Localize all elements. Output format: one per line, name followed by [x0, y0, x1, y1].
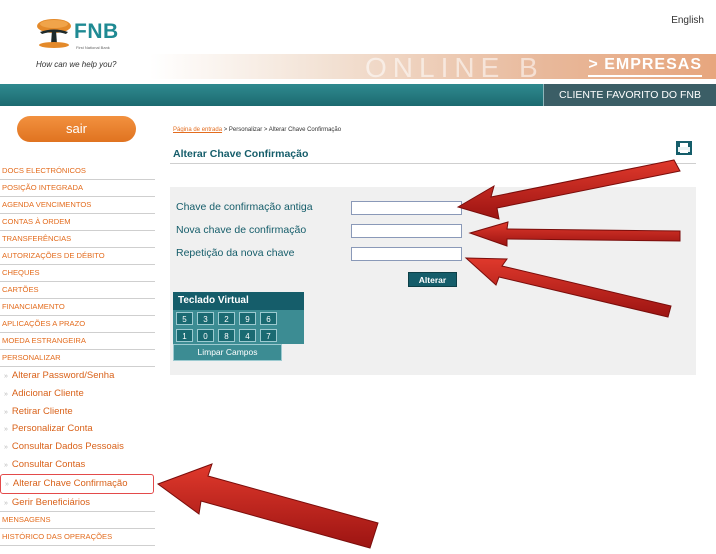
bullet-icon: » [4, 390, 8, 398]
sidebar-subitem-label: Alterar Chave Confirmação [12, 477, 128, 489]
sidebar-subitem-alterar-password[interactable]: » Alterar Password/Senha [0, 367, 155, 385]
sidebar-subitem-label: Consultar Dados Pessoais [11, 441, 124, 453]
keypad-key[interactable]: 8 [218, 329, 235, 342]
tagline: How can we help you? [36, 60, 117, 69]
virtual-keypad: Teclado Virtual 5 3 2 9 6 1 0 8 4 7 Limp… [173, 292, 304, 367]
keypad-key[interactable]: 5 [176, 312, 193, 325]
keypad-key[interactable]: 0 [197, 329, 214, 342]
print-icon[interactable] [676, 141, 692, 155]
banner-ghost-text: ONLINE B [365, 52, 544, 83]
sidebar-item-agenda[interactable]: AGENDA VENCIMENTOS [0, 197, 155, 214]
keypad-key[interactable]: 1 [176, 329, 193, 342]
new-key-label: Nova chave de confirmação [176, 224, 307, 236]
sidebar-item-contas-ordem[interactable]: CONTAS À ORDEM [0, 214, 155, 231]
sidebar-subitem-consultar-contas[interactable]: » Consultar Contas [0, 456, 155, 474]
keypad-row-1: 5 3 2 9 6 [173, 310, 304, 327]
sidebar-item-transferencias[interactable]: TRANSFERÊNCIAS [0, 231, 155, 248]
sidebar-item-posicao[interactable]: POSIÇÃO INTEGRADA [0, 180, 155, 197]
breadcrumb: Página de entrada > Personalizar > Alter… [173, 127, 341, 133]
section-title-empresas: > EMPRESAS [588, 56, 702, 77]
online-banner: ONLINE B > EMPRESAS [150, 52, 716, 83]
sidebar-subitem-label: Gerir Beneficiários [11, 496, 91, 508]
language-link[interactable]: English [671, 15, 704, 26]
sidebar-item-cheques[interactable]: CHEQUES [0, 265, 155, 282]
empresas-label: > EMPRESAS [588, 56, 702, 73]
tree-logo-icon [37, 19, 71, 48]
sidebar-subitem-retirar-cliente[interactable]: » Retirar Cliente [0, 403, 155, 421]
bullet-icon: » [4, 373, 8, 380]
bullet-icon: » [4, 408, 8, 416]
bullet-icon: » [4, 426, 8, 434]
keypad-row-2: 1 0 8 4 7 [173, 327, 304, 344]
favorite-client-button[interactable]: CLIENTE FAVORITO DO FNB [543, 84, 716, 106]
sidebar-menu: DOCS ELECTRÓNICOS POSIÇÃO INTEGRADA AGEN… [0, 163, 155, 547]
keypad-title: Teclado Virtual [173, 292, 304, 310]
logo-wordmark: FNB [74, 20, 119, 43]
title-divider [170, 163, 696, 164]
sidebar-item-mensagens[interactable]: MENSAGENS [0, 511, 155, 530]
bullet-icon: » [4, 444, 8, 452]
sidebar-item-docs[interactable]: DOCS ELECTRÓNICOS [0, 163, 155, 180]
submit-button[interactable]: Alterar [408, 272, 457, 287]
sidebar-item-personalizar[interactable]: PERSONALIZAR [0, 350, 155, 367]
arrow-4-icon [156, 463, 379, 549]
sidebar-item-moeda[interactable]: MOEDA ESTRANGEIRA [0, 333, 155, 350]
breadcrumb-trail: > Personalizar > Alterar Chave Confirmaç… [222, 127, 342, 133]
keypad-key[interactable]: 2 [218, 312, 235, 325]
sidebar-subitem-consultar-dados[interactable]: » Consultar Dados Pessoais [0, 438, 155, 456]
keypad-key[interactable]: 6 [260, 312, 277, 325]
bullet-icon: » [4, 461, 8, 469]
sidebar-item-cartoes[interactable]: CARTÕES [0, 282, 155, 299]
sidebar: sair DOCS ELECTRÓNICOS POSIÇÃO INTEGRADA… [0, 106, 155, 554]
top-nav-bar: CLIENTE FAVORITO DO FNB [0, 84, 716, 106]
repeat-key-label: Repetição da nova chave [176, 247, 295, 259]
empresas-underline [588, 75, 702, 77]
sidebar-item-financiamento[interactable]: FINANCIAMENTO [0, 299, 155, 316]
logout-button[interactable]: sair [17, 116, 136, 142]
page-header: FNB First National Bank How can we help … [0, 0, 716, 84]
keypad-key[interactable]: 9 [239, 312, 256, 325]
sidebar-subitem-label: Retirar Cliente [11, 405, 73, 417]
old-key-label: Chave de confirmação antiga [176, 201, 313, 213]
keypad-key[interactable]: 3 [197, 312, 214, 325]
keypad-key[interactable]: 4 [239, 329, 256, 342]
repeat-key-input[interactable] [351, 247, 462, 261]
sidebar-item-autorizacoes[interactable]: AUTORIZAÇÕES DE DÉBITO [0, 248, 155, 265]
logo-subtext: First National Bank [76, 45, 110, 50]
sidebar-subitem-label: Consultar Contas [11, 458, 86, 470]
sidebar-item-historico[interactable]: HISTÓRICO DAS OPERAÇÕES [0, 529, 155, 547]
sidebar-subitem-label: Personalizar Conta [11, 423, 93, 435]
bullet-icon: » [4, 499, 8, 507]
fnb-logo[interactable]: FNB First National Bank How can we help … [36, 18, 140, 72]
old-key-input[interactable] [351, 201, 462, 215]
clear-fields-button[interactable]: Limpar Campos [173, 344, 282, 361]
new-key-input[interactable] [351, 224, 462, 238]
sidebar-subitem-alterar-chave[interactable]: » Alterar Chave Confirmação [0, 473, 154, 494]
sidebar-subitem-label: Alterar Password/Senha [11, 370, 115, 381]
breadcrumb-home-link[interactable]: Página de entrada [173, 127, 222, 133]
sidebar-item-aplicacoes[interactable]: APLICAÇÕES A PRAZO [0, 316, 155, 333]
keypad-key[interactable]: 7 [260, 329, 277, 342]
sidebar-subitem-gerir-beneficiarios[interactable]: » Gerir Beneficiários [0, 494, 155, 512]
sidebar-subitem-personalizar-conta[interactable]: » Personalizar Conta [0, 420, 155, 438]
bullet-icon: » [5, 480, 9, 488]
change-key-form: Chave de confirmação antiga Nova chave d… [170, 187, 696, 375]
sidebar-subitem-label: Adicionar Cliente [11, 387, 84, 399]
page-title: Alterar Chave Confirmação [173, 148, 309, 160]
sidebar-subitem-adicionar-cliente[interactable]: » Adicionar Cliente [0, 385, 155, 403]
